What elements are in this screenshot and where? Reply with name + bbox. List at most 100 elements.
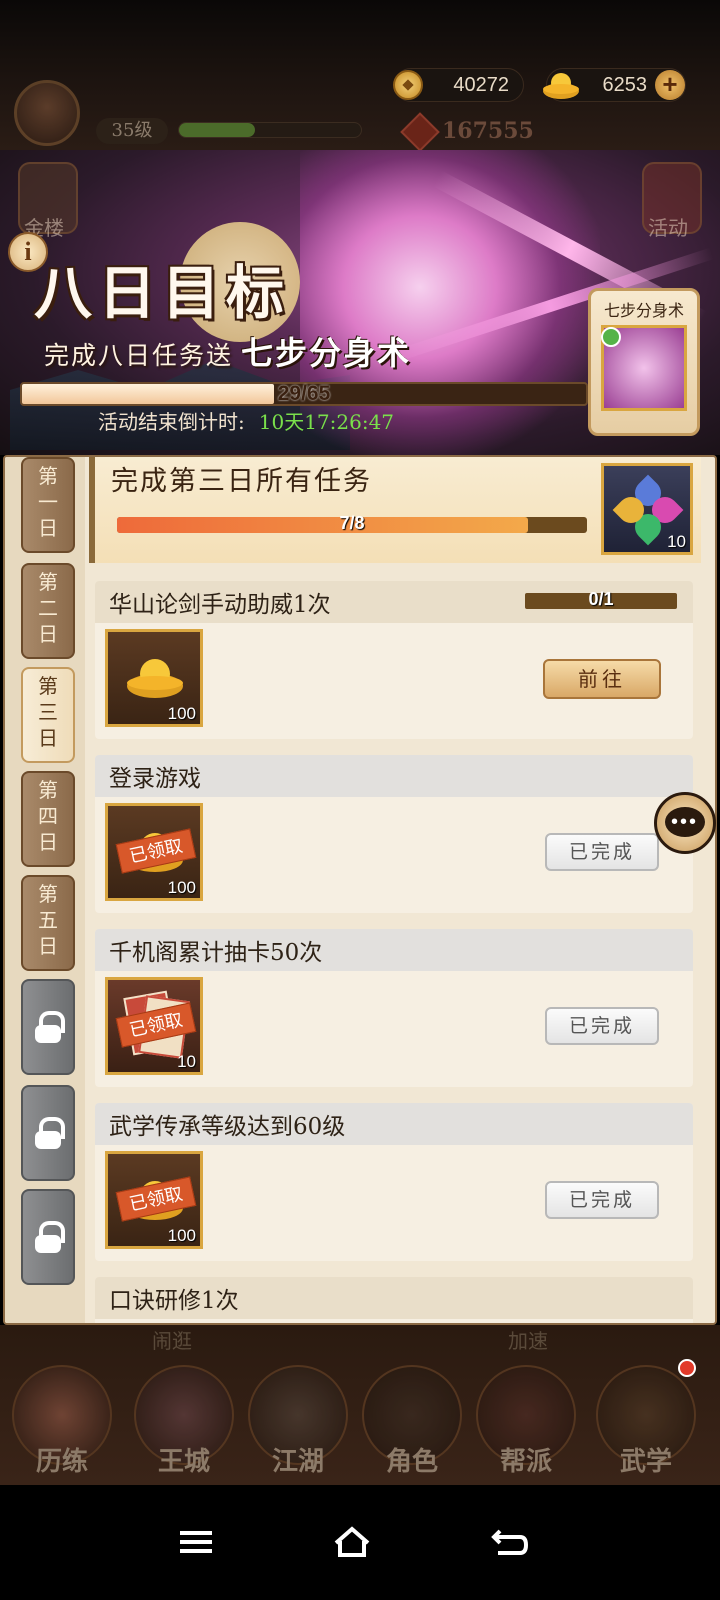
day-tab-char: 日 — [38, 830, 58, 854]
task-title: 武学传承等级达到60级 — [109, 1114, 346, 1140]
lock-icon — [35, 1011, 65, 1043]
bottom-nav: 闹逛 加速 历练 王城 江湖 角色 帮派 武学 — [0, 1325, 720, 1485]
lock-icon — [35, 1117, 65, 1149]
countdown-label: 活动结束倒计时: — [98, 410, 245, 434]
day-tab-char: 第 — [38, 464, 58, 488]
day-tab-4[interactable]: 第四日 — [21, 771, 75, 867]
top-status-bar: 35级 167555 40272 6253 + — [0, 0, 720, 152]
skill-badge-icon — [601, 327, 621, 347]
nav-item-label[interactable]: 王城 — [134, 1441, 234, 1478]
exp-bar — [178, 122, 362, 138]
task-reward-item[interactable]: 已领取 10 — [105, 977, 203, 1075]
event-progress-bar: 29/65 — [20, 382, 588, 406]
hidden-label-left: 闹逛 — [152, 1329, 192, 1353]
day-tab-locked[interactable] — [21, 1085, 75, 1181]
day-tab-locked[interactable] — [21, 979, 75, 1075]
flower-icon — [612, 474, 684, 546]
completed-button[interactable]: 已完成 — [545, 1181, 659, 1219]
day-tab-char: 五 — [38, 908, 58, 932]
completed-button[interactable]: 已完成 — [545, 1007, 659, 1045]
summary-progress-text: 7/8 — [339, 513, 365, 533]
gold-counter: 6253 + — [543, 68, 686, 102]
task-card: 千机阁累计抽卡50次 已领取 10 已完成 — [95, 929, 693, 1087]
gold-ingot-icon — [127, 659, 183, 698]
go-button[interactable]: 前往 — [543, 659, 661, 699]
coin-icon — [393, 70, 423, 100]
day-tab-char: 二 — [38, 596, 58, 620]
task-card: 武学传承等级达到60级 已领取 100 已完成 — [95, 1103, 693, 1261]
day-tab-char: 第 — [38, 778, 58, 802]
day-tab-char: 日 — [38, 516, 58, 540]
hidden-label-right: 加速 — [508, 1329, 548, 1353]
task-title: 华山论剑手动助威1次 — [109, 592, 331, 618]
event-banner: 金楼 活动 i 八日目标 完成八日任务送 七步分身术 29/65 活动结束倒计时:… — [0, 150, 720, 455]
subtitle-prefix: 完成八日任务送 — [44, 341, 234, 370]
day-summary-task: 完成第三日所有任务 7/8 10 — [89, 457, 701, 563]
task-card: 登录游戏 已领取 100 已完成 — [95, 755, 693, 913]
banner-title: 八日目标 — [34, 259, 291, 327]
day-tab-char: 第 — [38, 570, 58, 594]
nav-item-label[interactable]: 历练 — [12, 1441, 112, 1478]
task-reward-item[interactable]: 已领取 100 — [105, 803, 203, 901]
final-reward-card[interactable]: 七步分身术 — [588, 288, 700, 436]
countdown: 活动结束倒计时: 10天17:26:47 — [98, 406, 394, 435]
final-reward-label: 七步分身术 — [603, 301, 684, 320]
recents-icon[interactable] — [176, 1525, 216, 1559]
task-title: 千机阁累计抽卡50次 — [109, 940, 323, 966]
day-tab-locked[interactable] — [21, 1189, 75, 1285]
day-tab-char: 日 — [38, 934, 58, 958]
nav-item-label[interactable]: 帮派 — [476, 1441, 576, 1478]
notification-dot — [678, 1359, 696, 1377]
banner-subtitle: 完成八日任务送 七步分身术 — [44, 328, 411, 374]
nav-item-label[interactable]: 角色 — [362, 1441, 462, 1478]
summary-reward-qty: 10 — [667, 532, 686, 551]
event-label: 活动 — [648, 216, 688, 240]
countdown-value: 10天17:26:47 — [258, 410, 395, 434]
task-reward-item[interactable]: 100 — [105, 629, 203, 727]
player-avatar[interactable] — [14, 80, 80, 146]
day-tab-char: 第 — [38, 674, 58, 698]
day-tab-3[interactable]: 第三日 — [21, 667, 75, 763]
day-tab-char: 日 — [38, 622, 58, 646]
task-progress-text: 0/1 — [588, 589, 614, 609]
summary-title: 完成第三日所有任务 — [111, 466, 372, 497]
task-card: 口诀研修1次 — [95, 1277, 693, 1323]
summary-reward-item[interactable]: 10 — [601, 463, 693, 555]
subtitle-reward: 七步分身术 — [241, 334, 412, 372]
add-gold-button[interactable]: + — [655, 70, 685, 100]
task-reward-qty: 10 — [177, 1052, 196, 1071]
task-progress-bar: 0/1 — [525, 589, 677, 609]
nav-item-label[interactable]: 江湖 — [248, 1441, 348, 1478]
day-tab-char: 第 — [38, 882, 58, 906]
task-card: 华山论剑手动助威1次 0/1 100 前往 — [95, 581, 693, 739]
chat-dots-icon: ••• — [671, 811, 699, 833]
task-panel: 第一日第二日第三日第四日第五日 完成第三日所有任务 7/8 10 华山论剑手动助… — [3, 455, 717, 1325]
completed-button[interactable]: 已完成 — [545, 833, 659, 871]
gold-ingot-icon — [543, 73, 579, 99]
lock-icon — [35, 1221, 65, 1253]
task-list: 完成第三日所有任务 7/8 10 华山论剑手动助威1次 0/1 100 前往 登… — [85, 457, 715, 1323]
task-reward-item[interactable]: 已领取 100 — [105, 1151, 203, 1249]
back-icon[interactable] — [490, 1525, 530, 1559]
exp-fill — [179, 123, 256, 137]
day-tab-char: 三 — [38, 700, 58, 724]
gold-value: 6253 — [602, 74, 648, 96]
day-tab-list: 第一日第二日第三日第四日第五日 — [5, 457, 85, 1323]
day-tab-char: 四 — [38, 804, 58, 828]
chat-button[interactable]: ••• — [654, 792, 716, 854]
coin-value: 40272 — [453, 74, 509, 96]
task-title: 口诀研修1次 — [109, 1288, 239, 1314]
day-tab-5[interactable]: 第五日 — [21, 875, 75, 971]
home-icon[interactable] — [332, 1525, 372, 1559]
nav-item-label[interactable]: 武学 — [596, 1441, 696, 1478]
system-navigation-bar — [0, 1485, 720, 1600]
player-level: 35级 — [96, 118, 168, 144]
combat-power: 167555 — [400, 112, 534, 152]
power-gem-icon — [400, 112, 440, 152]
day-tab-char: 一 — [38, 490, 58, 514]
day-tab-2[interactable]: 第二日 — [21, 563, 75, 659]
task-reward-qty: 100 — [167, 878, 196, 897]
combat-power-value: 167555 — [442, 118, 534, 144]
day-tab-1[interactable]: 第一日 — [21, 457, 75, 553]
coin-counter: 40272 — [393, 68, 524, 102]
